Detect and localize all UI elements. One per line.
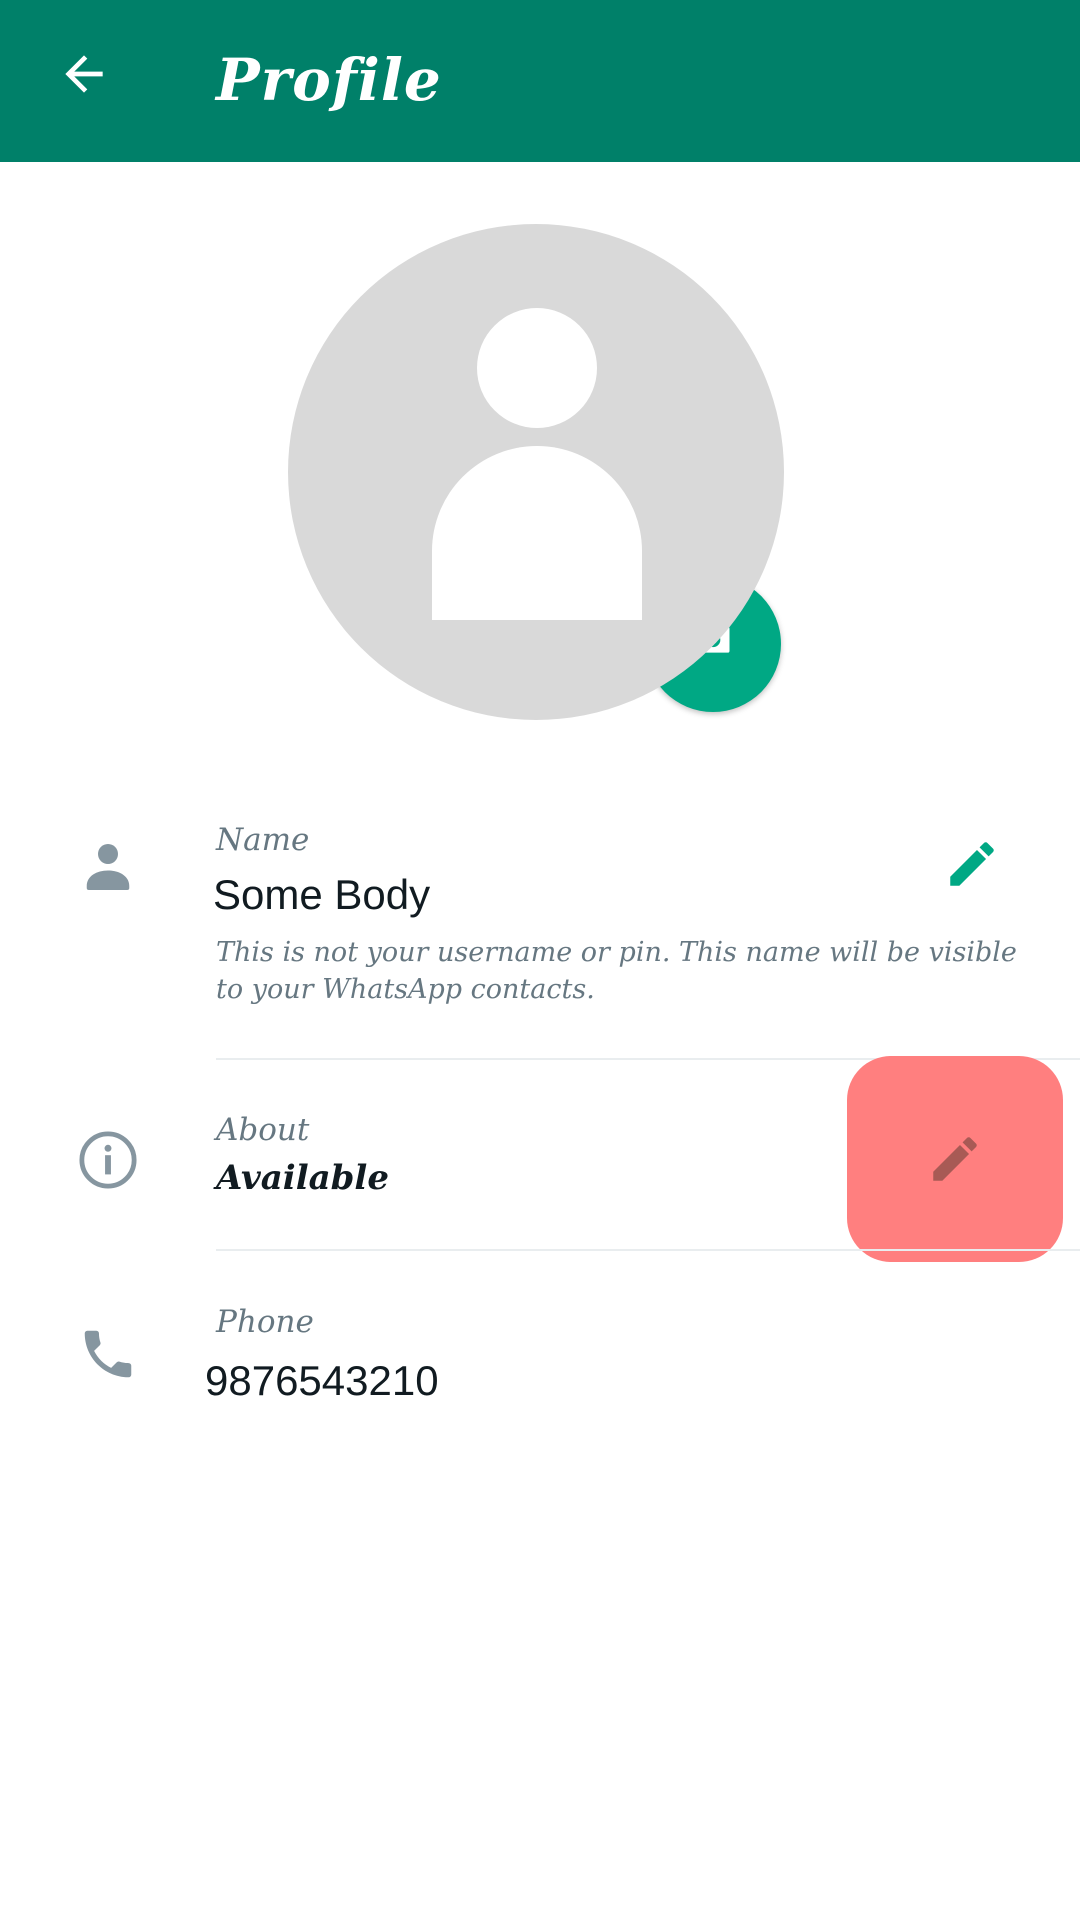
name-row[interactable]: Name Some Body This is not your username…	[0, 800, 1080, 1060]
edit-name-button[interactable]	[930, 822, 1014, 906]
app-bar: Profile	[0, 0, 1080, 162]
name-label: Name	[216, 822, 310, 858]
about-label: About	[216, 1112, 310, 1148]
name-value: Some Body	[213, 871, 431, 918]
phone-label: Phone	[216, 1304, 314, 1340]
page-title: Profile	[216, 46, 442, 114]
info-icon	[70, 1122, 146, 1198]
phone-row: Phone 9876543210	[0, 1252, 1080, 1432]
about-value: Available	[216, 1158, 389, 1198]
arrow-back-icon	[65, 55, 103, 93]
pencil-icon	[933, 1137, 977, 1181]
person-icon	[70, 828, 146, 904]
default-person-icon	[477, 308, 597, 428]
phone-value: 9876543210	[205, 1357, 439, 1404]
phone-icon	[70, 1316, 146, 1392]
pencil-icon	[950, 842, 994, 886]
edit-about-button[interactable]	[847, 1056, 1063, 1262]
divider	[216, 1249, 1080, 1251]
name-hint: This is not your username or pin. This n…	[216, 937, 1017, 1005]
default-person-body	[432, 446, 642, 620]
profile-photo[interactable]	[288, 224, 784, 720]
back-button[interactable]	[44, 34, 124, 114]
